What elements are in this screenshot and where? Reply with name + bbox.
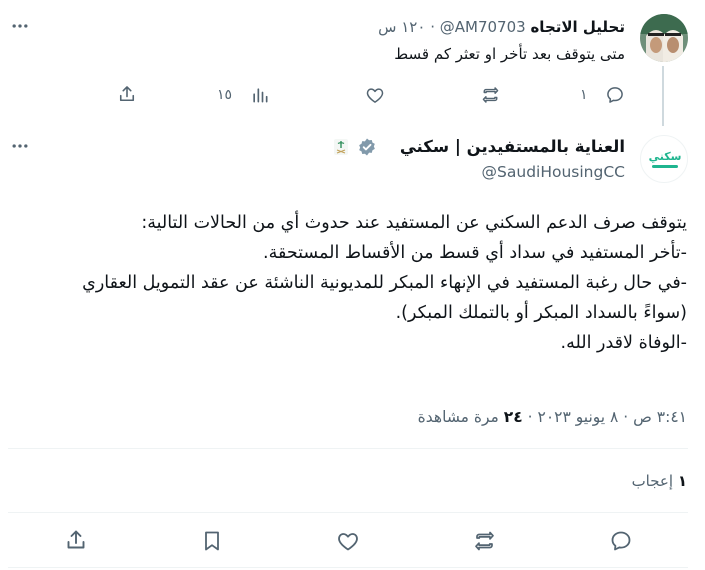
main-handle[interactable]: @SaudiHousingCC bbox=[482, 162, 625, 182]
verified-badge-icon[interactable] bbox=[357, 137, 377, 157]
tweet-meta: ٣:٤١ ص · ٨ يونيو ٢٠٢٣ · ٢٤ مرة مشاهدة bbox=[418, 406, 687, 428]
sakani-logo-text: سكني bbox=[648, 150, 682, 163]
reply-handle[interactable]: @AM70703 bbox=[440, 18, 526, 36]
thread-line bbox=[662, 66, 664, 126]
main-avatar[interactable]: سكني bbox=[640, 135, 688, 183]
reply-time[interactable]: ١٢٠ س bbox=[378, 18, 425, 36]
reply-separator: · bbox=[430, 18, 435, 36]
government-emblem-icon[interactable] bbox=[333, 138, 349, 156]
reply-header: تحليل الاتجاه @AM70703 · ١٢٠ س bbox=[378, 17, 625, 37]
reply-avatar[interactable] bbox=[640, 14, 688, 62]
main-more-icon[interactable] bbox=[10, 136, 30, 156]
main-share-icon[interactable] bbox=[64, 528, 88, 552]
main-name-row: العناية بالمستفيدين | سكني bbox=[400, 136, 625, 158]
reply-display-name[interactable]: تحليل الاتجاه bbox=[530, 18, 625, 36]
reply-retweet-icon[interactable] bbox=[480, 85, 501, 105]
likes-number: ١ bbox=[677, 472, 687, 490]
tweet-line: -الوفاة لاقدر الله. bbox=[560, 333, 687, 353]
tweet-views-label: مرة مشاهدة bbox=[417, 408, 499, 426]
main-display-name[interactable]: العناية بالمستفيدين | سكني bbox=[400, 137, 625, 156]
reply-share-icon[interactable] bbox=[117, 84, 137, 104]
tweet-timestamp[interactable]: ٣:٤١ ص · ٨ يونيو ٢٠٢٣ · bbox=[528, 408, 687, 426]
divider bbox=[8, 448, 688, 449]
tweet-line: -في حال رغبة المستفيد في الإنهاء المبكر … bbox=[82, 273, 687, 293]
main-tweet-text: يتوقف صرف الدعم السكني عن المستفيد عند ح… bbox=[37, 208, 687, 358]
reply-text: متى يتوقف بعد تأخر او تعثر كم قسط bbox=[394, 45, 625, 63]
sakani-logo: سكني bbox=[641, 150, 687, 168]
divider bbox=[8, 512, 688, 513]
main-reply-icon[interactable] bbox=[609, 529, 633, 553]
main-bookmark-icon[interactable] bbox=[200, 529, 224, 553]
tweet-views-number: ٢٤ bbox=[503, 408, 523, 426]
main-retweet-icon[interactable] bbox=[472, 529, 497, 553]
tweet-line: -تأخر المستفيد في سداد أي قسط من الأقساط… bbox=[263, 243, 687, 263]
reply-comment-count: ١ bbox=[580, 87, 588, 103]
reply-comment-icon[interactable] bbox=[605, 85, 625, 105]
main-like-icon[interactable] bbox=[336, 529, 360, 553]
reply-more-icon[interactable] bbox=[10, 16, 30, 36]
likes-summary[interactable]: ١ إعجاب bbox=[632, 470, 687, 492]
tweet-line: يتوقف صرف الدعم السكني عن المستفيد عند ح… bbox=[141, 213, 687, 233]
likes-label: إعجاب bbox=[631, 472, 674, 490]
divider bbox=[8, 567, 688, 568]
reply-views-count: ١٥ bbox=[217, 87, 233, 103]
tweet-line: (سواءً بالسداد المبكر أو بالتملك المبكر)… bbox=[395, 303, 687, 323]
reply-like-icon[interactable] bbox=[365, 85, 385, 105]
reply-views-icon[interactable] bbox=[250, 85, 270, 105]
